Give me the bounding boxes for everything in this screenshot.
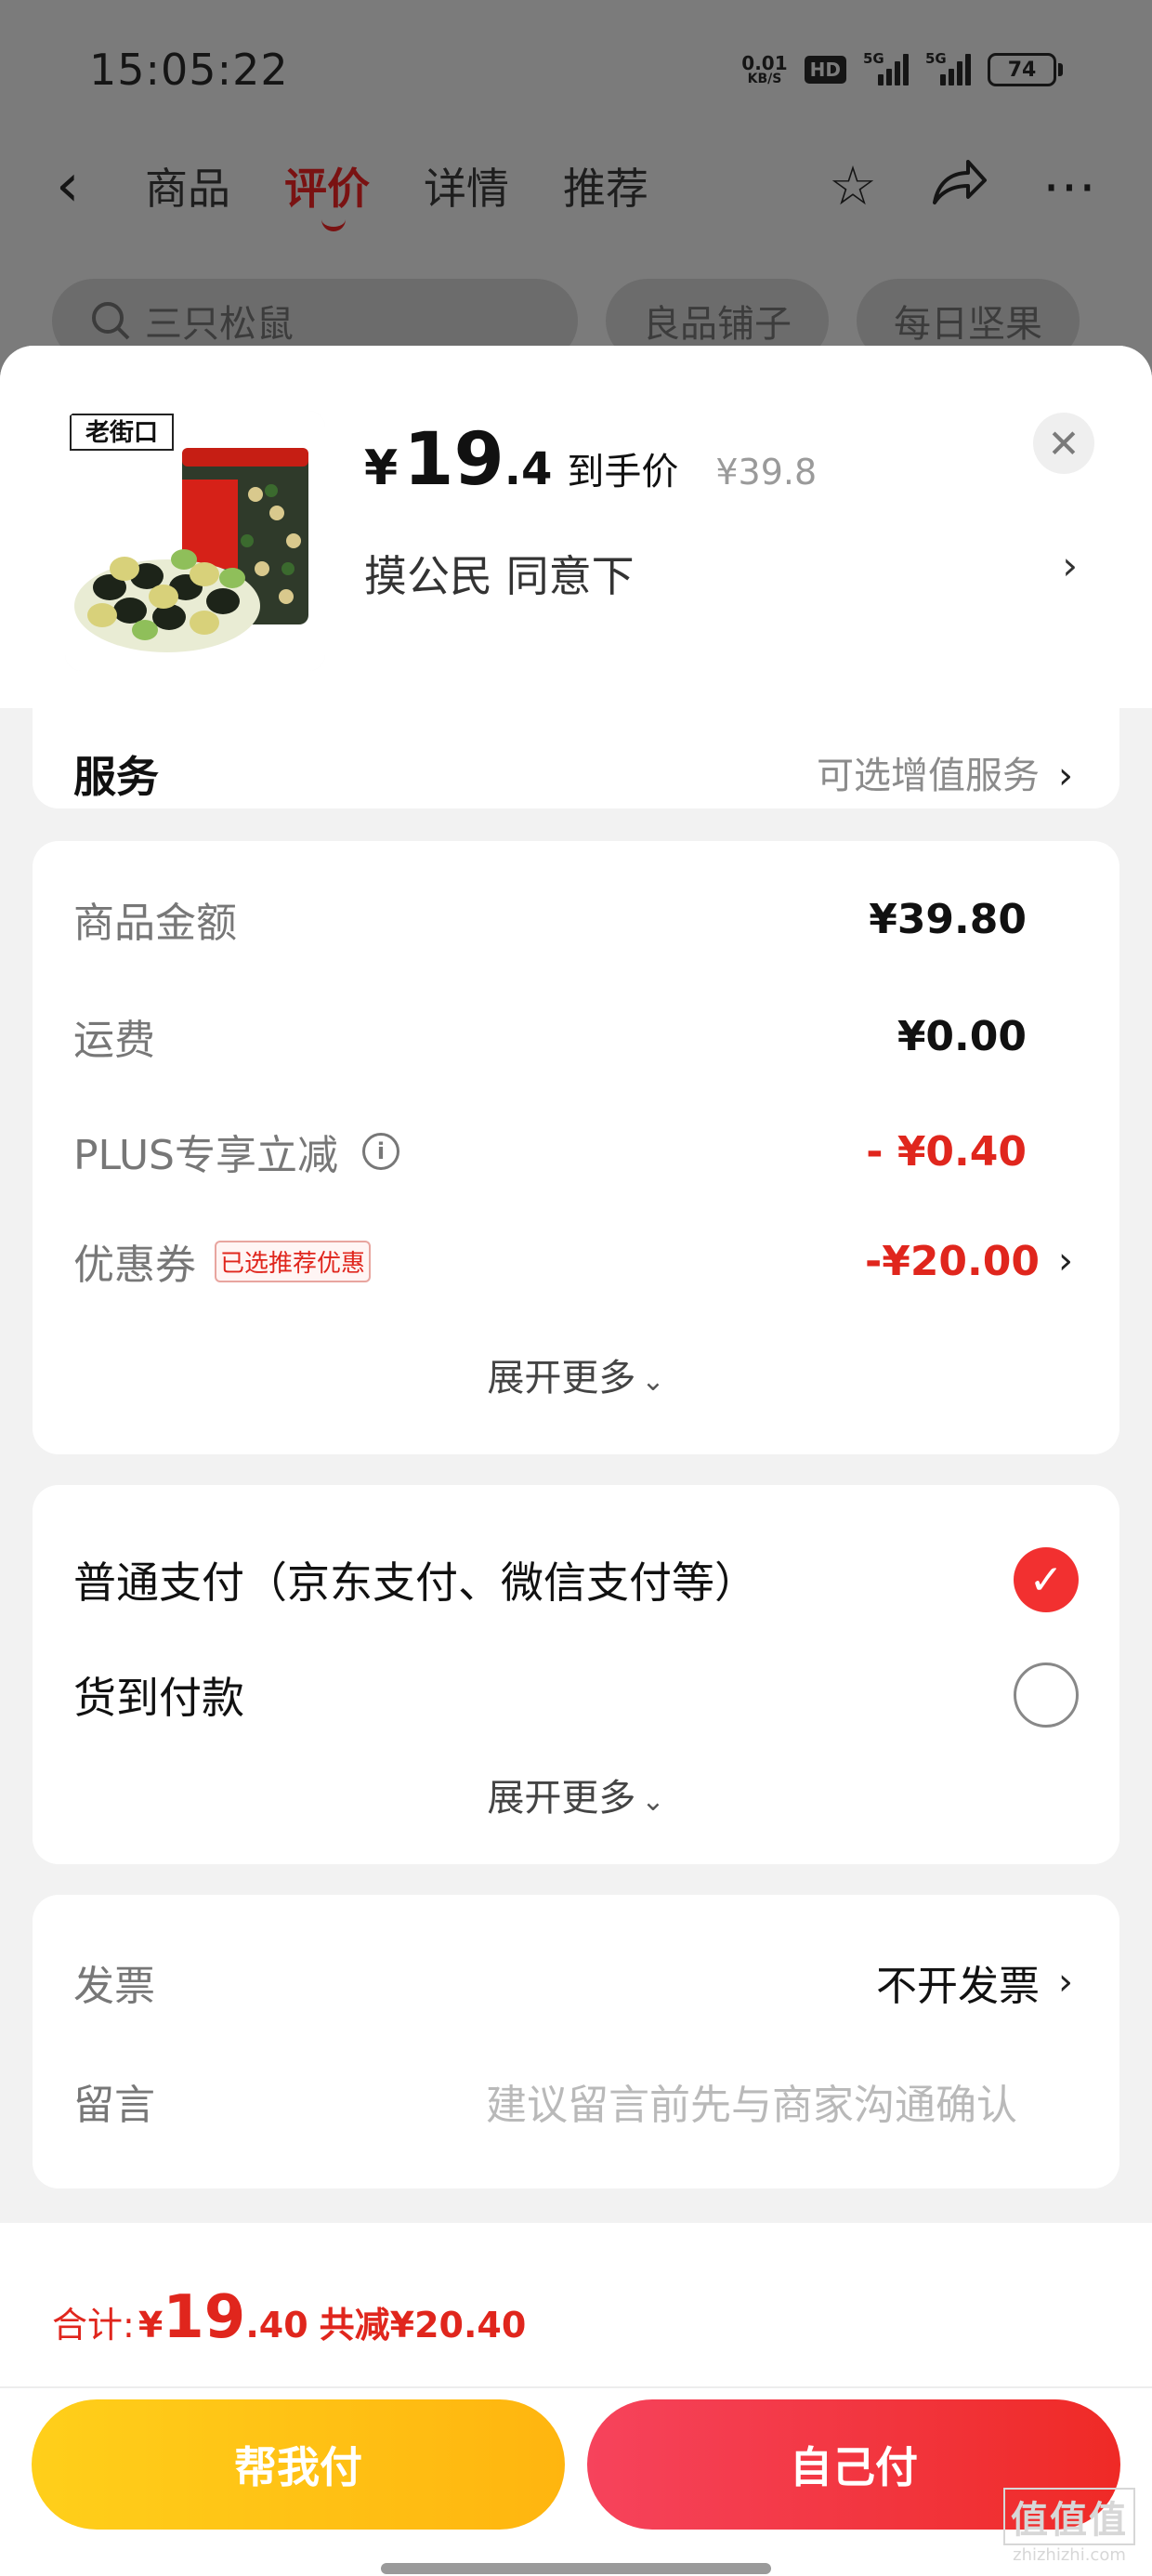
payment-card: 普通支付（京东支付、微信支付等） ✓ 货到付款 展开更多 ⌄ [33,1485,1119,1864]
service-label: 服务 [73,752,159,802]
status-bar: 15:05:22 0.01 KB/S HD 5G 5G 74 [0,0,1152,139]
chevron-down-icon: ⌄ [641,1785,665,1818]
goods-amount-value: ¥39.80 [869,895,1027,943]
invoice-row[interactable]: 发票 不开发票 › [73,1952,1073,2012]
checkout-bar: 合计: ¥ 19 .40 共减¥20.40 帮我付 自己付 [0,2223,1152,2576]
invoice-card: 发票 不开发票 › 留言 建议留言前先与商家沟通确认 [33,1895,1119,2188]
message-input[interactable]: 建议留言前先与商家沟通确认 [486,2071,1017,2131]
final-price: 19 [403,418,504,502]
signal-icon: 5G [863,50,909,85]
svg-text:老街口: 老街口 [85,419,158,447]
tab-recommend[interactable]: 推荐 [563,155,648,217]
amount-card: 商品金额 ¥39.80 运费 ¥0.00 PLUS专享立减 i - ¥0.40 … [33,841,1119,1454]
tab-reviews[interactable]: 评价 [284,155,370,231]
plus-discount-row: PLUS专享立减 i - ¥0.40 [73,1127,1027,1180]
tab-details[interactable]: 详情 [424,155,509,217]
expand-more-button[interactable]: 展开更多 ⌄ [33,1768,1119,1821]
total-amount: 合计: ¥ 19 .40 共减¥20.40 [52,2283,527,2352]
goods-amount-row: 商品金额 ¥39.80 [73,895,1027,948]
payment-option-cod[interactable]: 货到付款 [73,1658,1079,1732]
home-indicator[interactable] [381,2563,771,2574]
plus-discount-value: - ¥0.40 [866,1127,1027,1176]
close-button[interactable]: ✕ [1033,413,1094,474]
status-time: 15:05:22 [89,45,289,95]
nav-tabs: 商品 评价 详情 推荐 [145,155,648,231]
product-header: 老街口 ¥ 19 .4 到手价 ¥39.8 摸公民 同意下 › ✕ [0,346,1152,708]
chevron-right-icon: › [1058,1240,1073,1282]
checkout-sheet: 老街口 ¥ 19 .4 到手价 ¥39.8 摸公民 同意下 › ✕ 服务 可选增… [0,346,1152,2576]
share-icon[interactable] [931,158,988,215]
payment-option-normal[interactable]: 普通支付（京东支付、微信支付等） ✓ [73,1543,1079,1617]
total-saved: 共减¥20.40 [319,2305,527,2346]
message-row[interactable]: 留言 建议留言前先与商家沟通确认 [73,2071,1073,2131]
back-icon[interactable]: ‹ [56,156,111,216]
expand-more-button[interactable]: 展开更多 ⌄ [33,1347,1119,1401]
radio-unselected-icon[interactable] [1014,1663,1079,1728]
invoice-value: 不开发票 [876,1963,1040,2010]
status-indicators: 0.01 KB/S HD 5G 5G 74 [741,50,1063,86]
watermark-logo: 值值值 zhizhizhi.com [1003,2488,1135,2565]
chevron-right-icon: › [1058,755,1073,797]
star-icon[interactable]: ☆ [829,159,877,213]
divider [0,2386,1152,2388]
help-me-pay-button[interactable]: 帮我付 [32,2399,565,2530]
chevron-right-icon: › [1058,1961,1073,2004]
chevron-down-icon: ⌄ [641,1365,665,1398]
nav-actions: ☆ ⋯ [829,158,1096,215]
service-value: 可选增值服务 › [817,755,1073,797]
coupon-badge: 已选推荐优惠 [215,1240,372,1282]
variant-selector[interactable]: 摸公民 同意下 [364,543,635,604]
shipping-value: ¥0.00 [897,1012,1027,1060]
tab-product[interactable]: 商品 [145,155,230,217]
price-row: ¥ 19 .4 到手价 ¥39.8 [364,418,818,502]
price-tag: 到手价 [567,451,679,493]
battery-icon: 74 [988,53,1063,86]
more-icon[interactable]: ⋯ [1042,159,1096,213]
product-image: 老街口 [65,411,325,671]
signal-icon-2: 5G [925,50,971,85]
shipping-row: 运费 ¥0.00 [73,1012,1027,1065]
hd-voice-icon: HD [804,56,846,84]
check-selected-icon[interactable]: ✓ [1014,1547,1079,1612]
coupon-value: -¥20.00 [864,1237,1040,1285]
product-nav-bar: ‹ 商品 评价 详情 推荐 ☆ ⋯ [0,139,1152,232]
network-speed: 0.01 KB/S [741,52,788,86]
chevron-right-icon[interactable]: › [1062,543,1078,588]
info-icon[interactable]: i [362,1133,399,1170]
coupon-row[interactable]: 优惠券 已选推荐优惠 -¥20.00 › [73,1231,1073,1291]
search-icon [92,302,130,340]
close-icon: ✕ [1047,420,1080,467]
original-price: ¥39.8 [715,452,818,493]
